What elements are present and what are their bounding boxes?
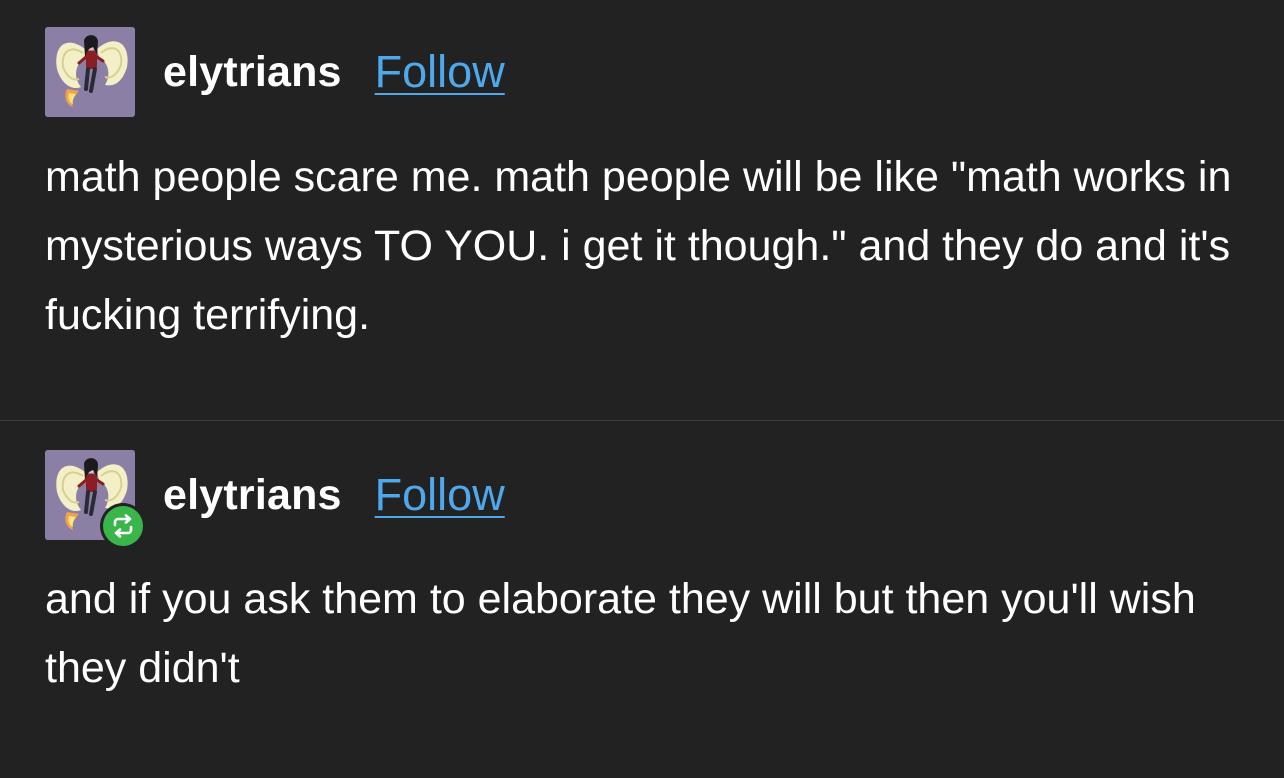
avatar[interactable] — [45, 450, 146, 549]
post-header: elytrians Follow — [45, 27, 505, 117]
post-original: elytrians Follow math people scare me. m… — [0, 0, 1284, 420]
reblog-badge — [100, 503, 146, 549]
username[interactable]: elytrians — [163, 471, 342, 520]
username[interactable]: elytrians — [163, 48, 342, 97]
reblog-icon — [113, 514, 133, 538]
post-header: elytrians Follow — [45, 450, 505, 549]
winged-character-avatar-icon — [45, 27, 135, 117]
post-body-text: math people scare me. math people will b… — [45, 153, 1232, 339]
post-body-text: and if you ask them to elaborate they wi… — [45, 575, 1196, 692]
post-reblog: elytrians Follow and if you ask them to … — [0, 421, 1284, 778]
follow-button[interactable]: Follow — [375, 46, 505, 98]
avatar[interactable] — [45, 27, 135, 117]
follow-button[interactable]: Follow — [375, 469, 505, 521]
